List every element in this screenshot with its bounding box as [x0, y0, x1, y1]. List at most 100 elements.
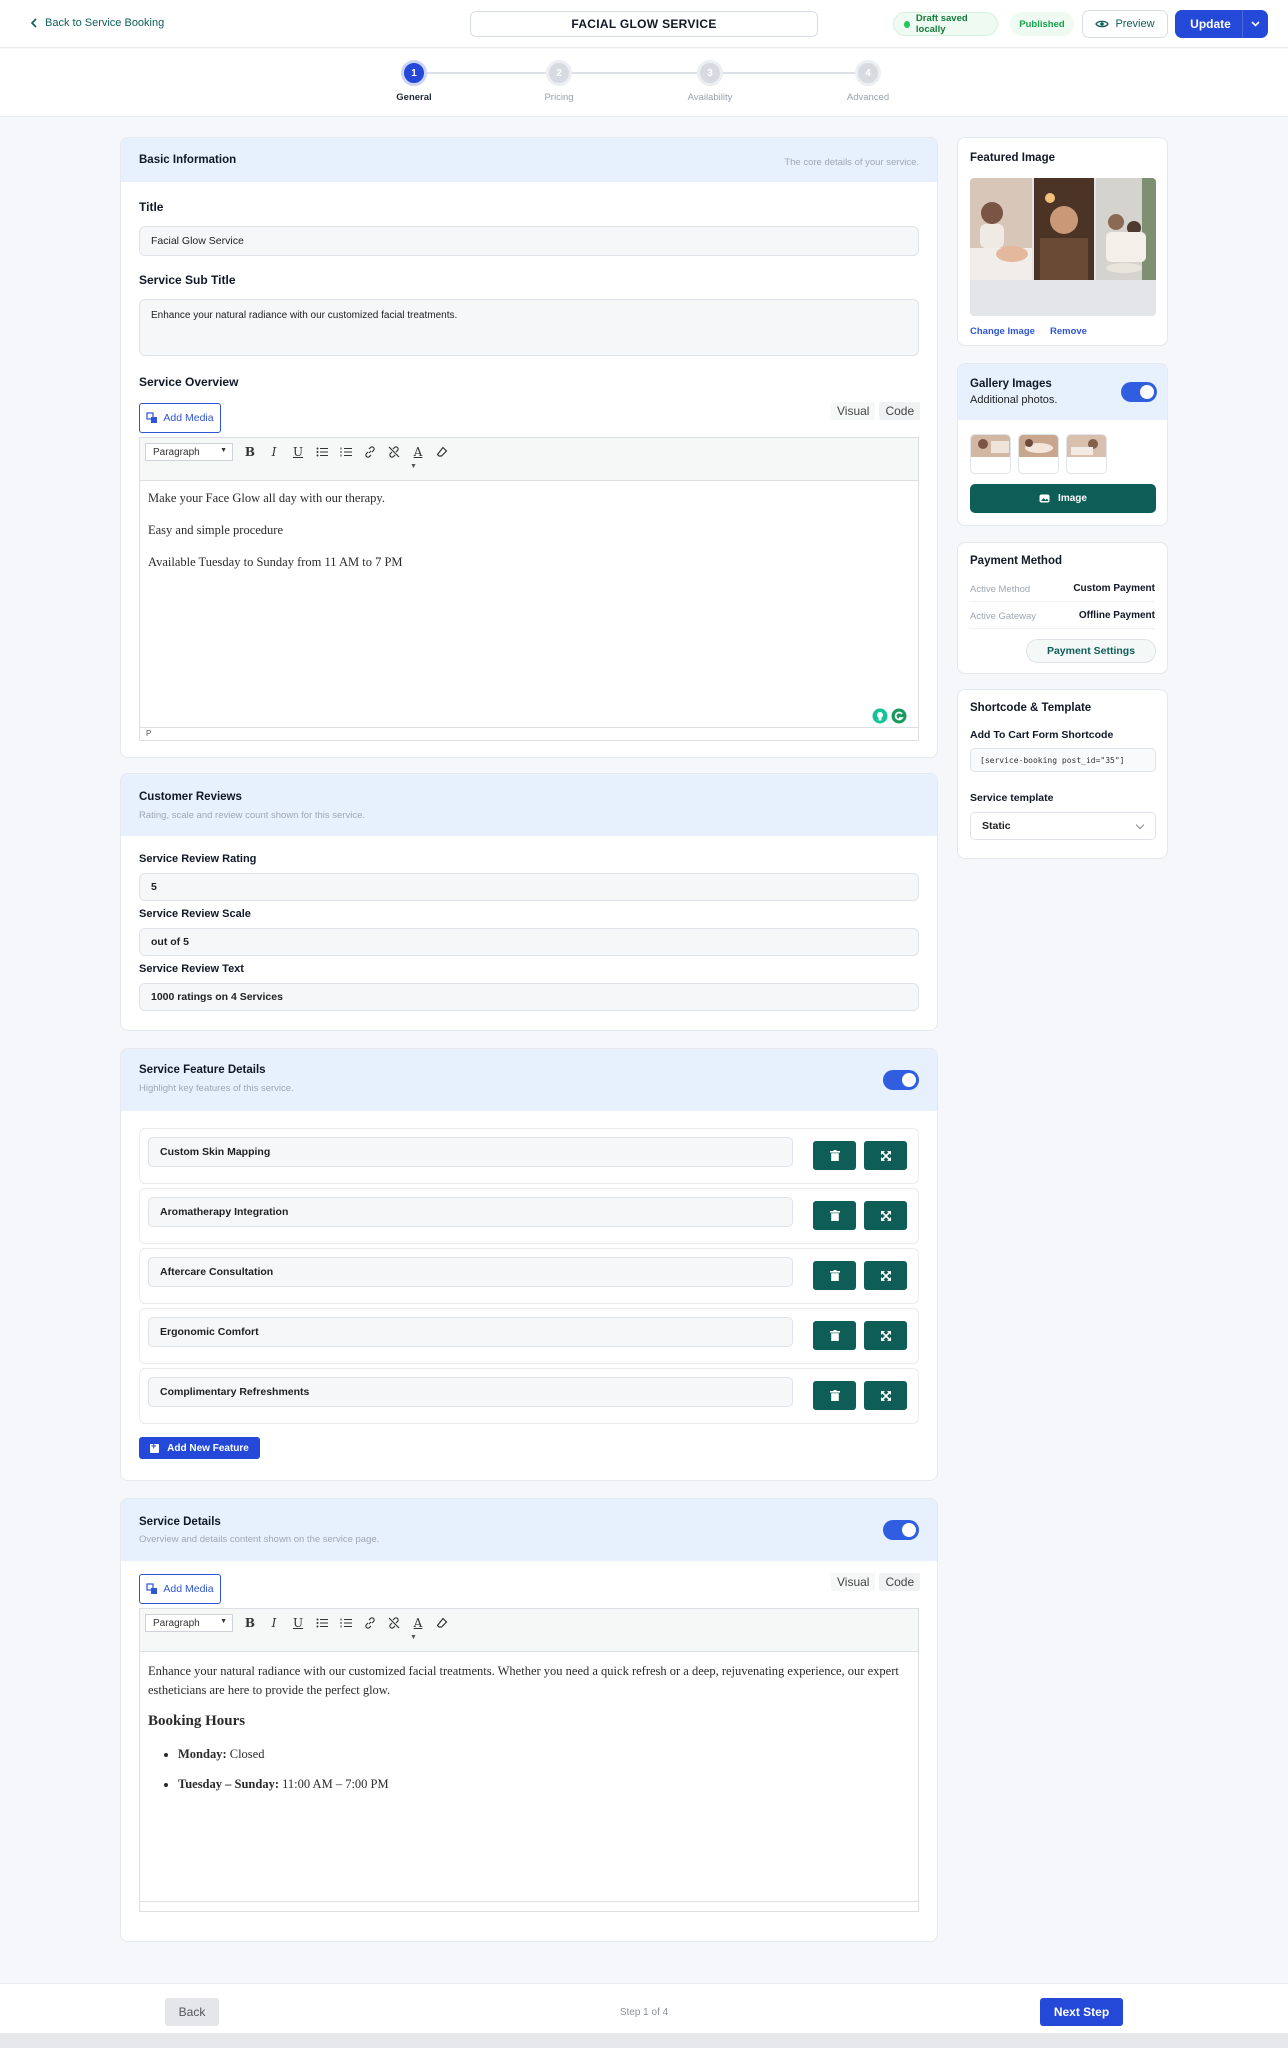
numbered-list-icon[interactable] [336, 1614, 356, 1632]
underline-icon[interactable]: U [288, 443, 308, 461]
trash-icon[interactable] [813, 1261, 856, 1290]
scale-input[interactable]: out of 5 [139, 928, 919, 956]
text-color-icon[interactable]: A [408, 1614, 428, 1632]
details-toggle[interactable] [883, 1520, 919, 1540]
chevron-down-icon [1135, 820, 1145, 830]
numbered-list-icon[interactable] [336, 443, 356, 461]
update-dropdown-toggle[interactable] [1242, 10, 1268, 38]
bullet-list-icon[interactable] [312, 443, 332, 461]
card-header: Customer Reviews Rating, scale and revie… [121, 774, 937, 836]
italic-icon[interactable]: I [264, 1614, 284, 1632]
active-gateway-value: Offline Payment [1078, 610, 1155, 621]
media-icon [146, 412, 158, 423]
features-toggle[interactable] [883, 1070, 919, 1090]
bold-icon[interactable]: B [240, 1614, 260, 1632]
service-feature-details-card: Service Feature Details Highlight key fe… [120, 1048, 938, 1481]
remove-image-link[interactable]: Remove [1050, 326, 1087, 337]
caret-down-icon[interactable]: ▼ [410, 463, 417, 470]
expand-icon[interactable] [864, 1381, 907, 1410]
editor-content[interactable]: Make your Face Glow all day with our the… [140, 481, 918, 597]
bullet-list-icon[interactable] [312, 1614, 332, 1632]
step-number: 4 [855, 60, 881, 86]
visual-tab[interactable]: Visual [831, 1573, 876, 1591]
trash-icon[interactable] [813, 1381, 856, 1410]
feature-input[interactable]: Aftercare Consultation [148, 1257, 793, 1287]
code-tab[interactable]: Code [879, 402, 921, 420]
gallery-thumbnail[interactable] [1066, 434, 1107, 474]
card-hint: The core details of your service. [784, 157, 919, 168]
service-title-input[interactable]: FACIAL GLOW SERVICE [470, 11, 818, 37]
back-to-service-booking-link[interactable]: Back to Service Booking [30, 17, 164, 29]
expand-icon[interactable] [864, 1321, 907, 1350]
editor-status-bar: P [140, 727, 918, 740]
step-advanced[interactable]: 4 Advanced [823, 60, 913, 103]
subtitle-label: Service Sub Title [139, 273, 236, 287]
cart-shortcode-field[interactable]: [service-booking post_id="35"] [970, 748, 1156, 772]
element-path: P [146, 729, 152, 738]
expand-icon[interactable] [864, 1261, 907, 1290]
italic-icon[interactable]: I [264, 443, 284, 461]
subtitle-textarea[interactable]: Enhance your natural radiance with our c… [139, 299, 919, 356]
card-hint: Highlight key features of this service. [139, 1083, 294, 1094]
divider [970, 601, 1155, 602]
visual-tab[interactable]: Visual [831, 402, 876, 420]
link-icon[interactable] [360, 1614, 380, 1632]
grammarly-icon[interactable] [891, 708, 907, 724]
preview-button[interactable]: Preview [1082, 10, 1168, 38]
text-color-icon[interactable]: A [408, 443, 428, 461]
feature-input[interactable]: Custom Skin Mapping [148, 1137, 793, 1167]
add-new-feature-button[interactable]: Add New Feature [139, 1437, 260, 1459]
step-number: 2 [546, 60, 572, 86]
change-image-link[interactable]: Change Image [970, 326, 1035, 337]
gallery-thumbnail[interactable] [970, 434, 1011, 474]
featured-image-preview[interactable] [970, 178, 1156, 316]
step-availability[interactable]: 3 Availability [665, 60, 755, 103]
feature-input[interactable]: Complimentary Refreshments [148, 1377, 793, 1407]
caret-down-icon[interactable]: ▼ [410, 1634, 417, 1641]
media-icon [146, 1583, 158, 1594]
review-text-input[interactable]: 1000 ratings on 4 Services [139, 983, 919, 1011]
feature-row: Custom Skin Mapping [139, 1128, 919, 1184]
scale-label: Service Review Scale [139, 908, 251, 920]
trash-icon[interactable] [813, 1321, 856, 1350]
unlink-icon[interactable] [384, 1614, 404, 1632]
overview-paragraph: Make your Face Glow all day with our the… [148, 491, 385, 505]
unlink-icon[interactable] [384, 443, 404, 461]
title-input[interactable]: Facial Glow Service [139, 226, 919, 256]
eraser-icon[interactable] [432, 1614, 452, 1632]
bold-icon[interactable]: B [240, 443, 260, 461]
trash-icon[interactable] [813, 1141, 856, 1170]
top-bar: Back to Service Booking FACIAL GLOW SERV… [0, 0, 1288, 48]
next-step-button[interactable]: Next Step [1040, 1998, 1123, 2026]
add-gallery-image-button[interactable]: Image [970, 484, 1156, 513]
update-button[interactable]: Update [1175, 10, 1268, 38]
editor-content[interactable]: Enhance your natural radiance with our c… [140, 1652, 918, 1804]
step-general[interactable]: 1 General [369, 60, 459, 103]
gallery-toggle[interactable] [1121, 382, 1157, 402]
expand-icon[interactable] [864, 1201, 907, 1230]
bulb-icon[interactable] [872, 708, 888, 724]
format-select[interactable]: Paragraph ▼ [145, 1614, 233, 1632]
feature-input[interactable]: Ergonomic Comfort [148, 1317, 793, 1347]
featured-image-title: Featured Image [970, 152, 1055, 164]
add-media-button[interactable]: Add Media [139, 403, 221, 433]
code-tab[interactable]: Code [879, 1573, 921, 1591]
rating-input[interactable]: 5 [139, 873, 919, 901]
trash-icon[interactable] [813, 1201, 856, 1230]
step-label: Availability [687, 92, 733, 103]
overview-label: Service Overview [139, 375, 239, 389]
expand-icon[interactable] [864, 1141, 907, 1170]
feature-input[interactable]: Aromatherapy Integration [148, 1197, 793, 1227]
step-pricing[interactable]: 2 Pricing [514, 60, 604, 103]
add-media-button[interactable]: Add Media [139, 1574, 221, 1604]
underline-icon[interactable]: U [288, 1614, 308, 1632]
eraser-icon[interactable] [432, 443, 452, 461]
title-label: Title [139, 200, 164, 214]
draft-status-label: Draft saved locally [915, 13, 968, 35]
format-select[interactable]: Paragraph ▼ [145, 443, 233, 461]
payment-settings-button[interactable]: Payment Settings [1026, 639, 1156, 663]
gallery-thumbnail[interactable] [1018, 434, 1059, 474]
link-icon[interactable] [360, 443, 380, 461]
step-label: Advanced [846, 92, 890, 103]
template-select[interactable]: Static [970, 812, 1156, 840]
